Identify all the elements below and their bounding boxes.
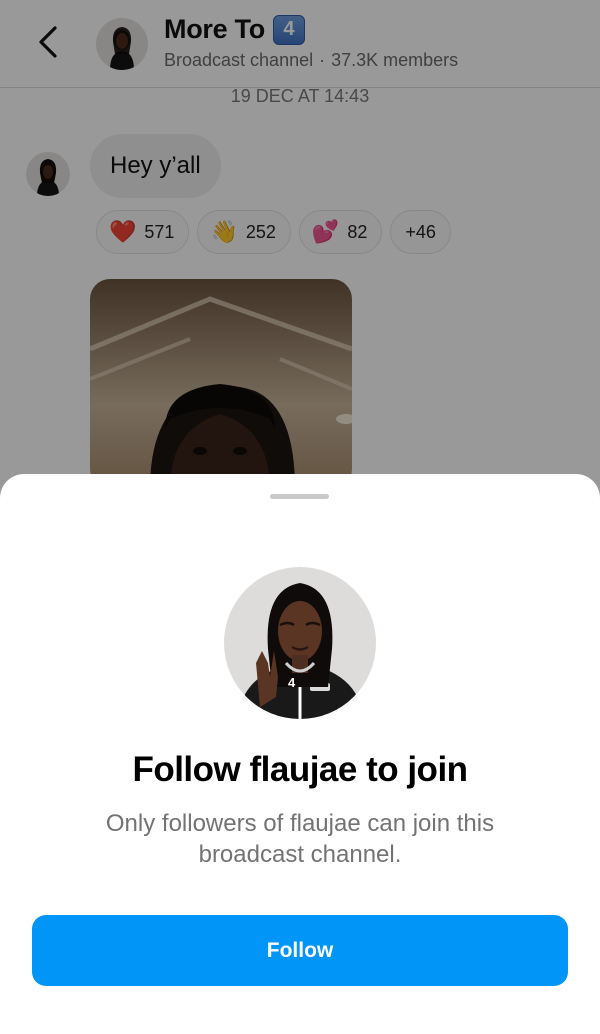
creator-profile-photo: 4 [224,567,376,719]
svg-text:4: 4 [288,675,296,690]
sheet-description: Only followers of flaujae can join this … [105,810,495,868]
creator-portrait-image: 4 [224,567,376,719]
follow-button[interactable]: Follow [32,915,568,986]
sheet-title: Follow flaujae to join [132,750,468,789]
sheet-drag-handle[interactable] [270,494,329,499]
follow-to-join-sheet: 4 Follow flaujae to join Only followers … [0,474,600,1034]
